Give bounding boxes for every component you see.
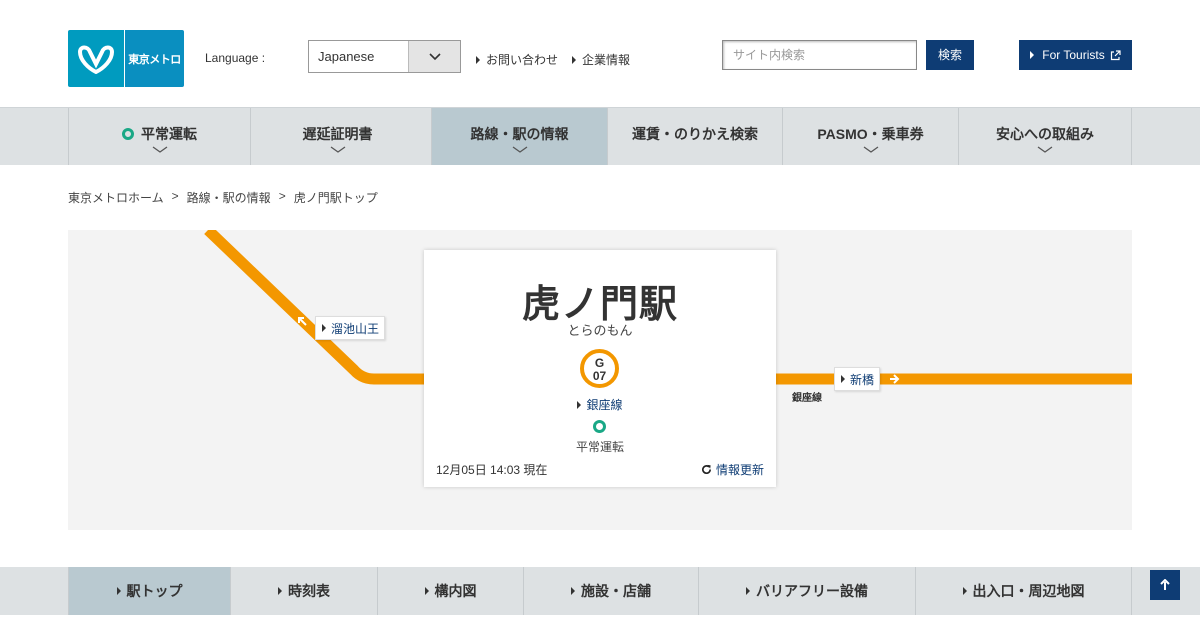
- gnav-label: 路線・駅の情報: [470, 126, 569, 142]
- caret-right-icon: [962, 587, 967, 595]
- station-local-nav: 駅トップ 時刻表 構内図 施設・店舗 バリアフリー設備 出入口・周辺地図: [0, 567, 1200, 615]
- external-link-icon: [1110, 49, 1121, 60]
- chevron-down-icon: [408, 41, 460, 72]
- breadcrumb-home-link[interactable]: 東京メトロホーム: [68, 189, 164, 206]
- caret-right-icon: [572, 55, 576, 64]
- caret-right-icon: [322, 324, 326, 332]
- gnav-safety-efforts[interactable]: 安心への取組み: [958, 108, 1132, 165]
- tab-label: 構内図: [434, 583, 477, 599]
- prev-station-label: 溜池山王: [331, 321, 380, 336]
- tab-station-top[interactable]: 駅トップ: [68, 567, 230, 615]
- corporate-info-link[interactable]: 企業情報: [572, 51, 630, 68]
- site-search-input[interactable]: サイト内検索: [722, 40, 917, 70]
- gnav-label: 平常運転: [141, 126, 197, 142]
- gnav-label: 運賃・のりかえ検索: [632, 126, 758, 142]
- tab-exits-area-map[interactable]: 出入口・周辺地図: [915, 567, 1132, 615]
- tab-timetable[interactable]: 時刻表: [230, 567, 377, 615]
- station-card: 虎ノ門駅 とらのもん G 07 銀座線 平常運転 12月05日 14:03 現在…: [424, 250, 776, 487]
- breadcrumb-lines-link[interactable]: 路線・駅の情報: [187, 189, 271, 206]
- station-kana: とらのもん: [567, 323, 633, 338]
- breadcrumb-separator: >: [171, 189, 179, 203]
- arrow-right-icon: [890, 374, 900, 384]
- breadcrumb-current: 虎ノ門駅トップ: [293, 191, 378, 205]
- tab-label: 時刻表: [288, 583, 330, 599]
- station-code-number: 07: [592, 369, 607, 383]
- gnav-pasmo-tickets[interactable]: PASMO・乗車券: [782, 108, 958, 165]
- refresh-icon: [702, 464, 711, 475]
- breadcrumb-separator: >: [278, 189, 286, 203]
- refresh-label: 情報更新: [715, 463, 764, 477]
- ginza-line-link[interactable]: 銀座線: [424, 396, 776, 413]
- gnav-delay-certificate[interactable]: 遅延証明書: [250, 108, 424, 165]
- prev-station-link[interactable]: 溜池山王: [315, 316, 386, 340]
- contact-link-label: お問い合わせ: [486, 53, 559, 67]
- chevron-down-icon: [512, 146, 527, 153]
- gnav-operation-status[interactable]: 平常運転: [68, 108, 250, 165]
- caret-right-icon: [116, 587, 121, 595]
- metro-heart-m-icon: [68, 30, 124, 87]
- station-line-map: 溜池山王 新橋 銀座線 虎ノ門駅 とらのもん G 07 銀座線 平常運転 12月…: [68, 230, 1132, 530]
- global-nav: 平常運転 遅延証明書 路線・駅の情報 運賃・のりかえ検索 PASMO・乗車券 安…: [0, 107, 1200, 165]
- caret-right-icon: [278, 587, 282, 595]
- station-number-badge: G 07: [580, 349, 619, 388]
- chevron-down-icon: [152, 146, 167, 153]
- language-label: Language :: [205, 51, 266, 65]
- chevron-down-icon: [1037, 146, 1053, 153]
- corporate-info-link-label: 企業情報: [582, 53, 631, 67]
- caret-right-icon: [476, 55, 480, 64]
- normal-operation-icon: [122, 128, 134, 140]
- tab-barrier-free[interactable]: バリアフリー設備: [698, 567, 915, 615]
- line-link-label: 銀座線: [586, 398, 623, 412]
- caret-right-icon: [577, 400, 582, 409]
- gnav-lines-stations[interactable]: 路線・駅の情報: [431, 108, 607, 165]
- tab-label: バリアフリー設備: [756, 583, 868, 599]
- breadcrumb: 東京メトロホーム > 路線・駅の情報 > 虎ノ門駅トップ: [68, 189, 378, 206]
- contact-link[interactable]: お問い合わせ: [476, 51, 558, 68]
- logo-text: 東京メトロ: [124, 30, 184, 87]
- caret-right-icon: [571, 587, 575, 595]
- tab-station-map[interactable]: 構内図: [377, 567, 523, 615]
- normal-operation-icon: [593, 420, 606, 433]
- caret-right-icon: [746, 587, 750, 595]
- line-caption: 銀座線: [792, 393, 822, 404]
- for-tourists-button[interactable]: For Tourists: [1019, 40, 1132, 70]
- gnav-label: PASMO・乗車券: [817, 126, 924, 142]
- tab-label: 施設・店舗: [581, 583, 651, 599]
- search-button[interactable]: 検索: [926, 40, 974, 70]
- arrow-up-icon: [1160, 579, 1170, 590]
- language-select[interactable]: Japanese: [308, 40, 461, 73]
- chevron-down-icon: [330, 146, 345, 153]
- caret-right-icon: [424, 587, 429, 595]
- back-to-top-button[interactable]: [1150, 570, 1180, 600]
- operation-status-text: 平常運転: [575, 440, 624, 454]
- gnav-label: 遅延証明書: [302, 126, 373, 142]
- next-station-link[interactable]: 新橋: [834, 367, 881, 391]
- gnav-fare-transfer-search[interactable]: 運賃・のりかえ検索: [607, 108, 782, 165]
- tokyo-metro-logo[interactable]: 東京メトロ: [68, 30, 184, 87]
- chevron-down-icon: [863, 146, 878, 153]
- language-selected-value: Japanese: [318, 49, 375, 64]
- refresh-button[interactable]: 情報更新: [701, 461, 764, 478]
- tab-label: 出入口・周辺地図: [972, 583, 1085, 599]
- caret-right-icon: [841, 375, 845, 383]
- tab-facilities-shops[interactable]: 施設・店舗: [523, 567, 698, 615]
- tab-label: 駅トップ: [126, 583, 183, 599]
- arrow-up-left-icon: [298, 317, 307, 326]
- status-timestamp: 12月05日 14:03 現在: [436, 463, 548, 477]
- caret-right-icon: [1030, 51, 1035, 59]
- for-tourists-label: For Tourists: [1042, 48, 1105, 62]
- next-station-label: 新橋: [850, 372, 875, 387]
- gnav-label: 安心への取組み: [996, 126, 1094, 142]
